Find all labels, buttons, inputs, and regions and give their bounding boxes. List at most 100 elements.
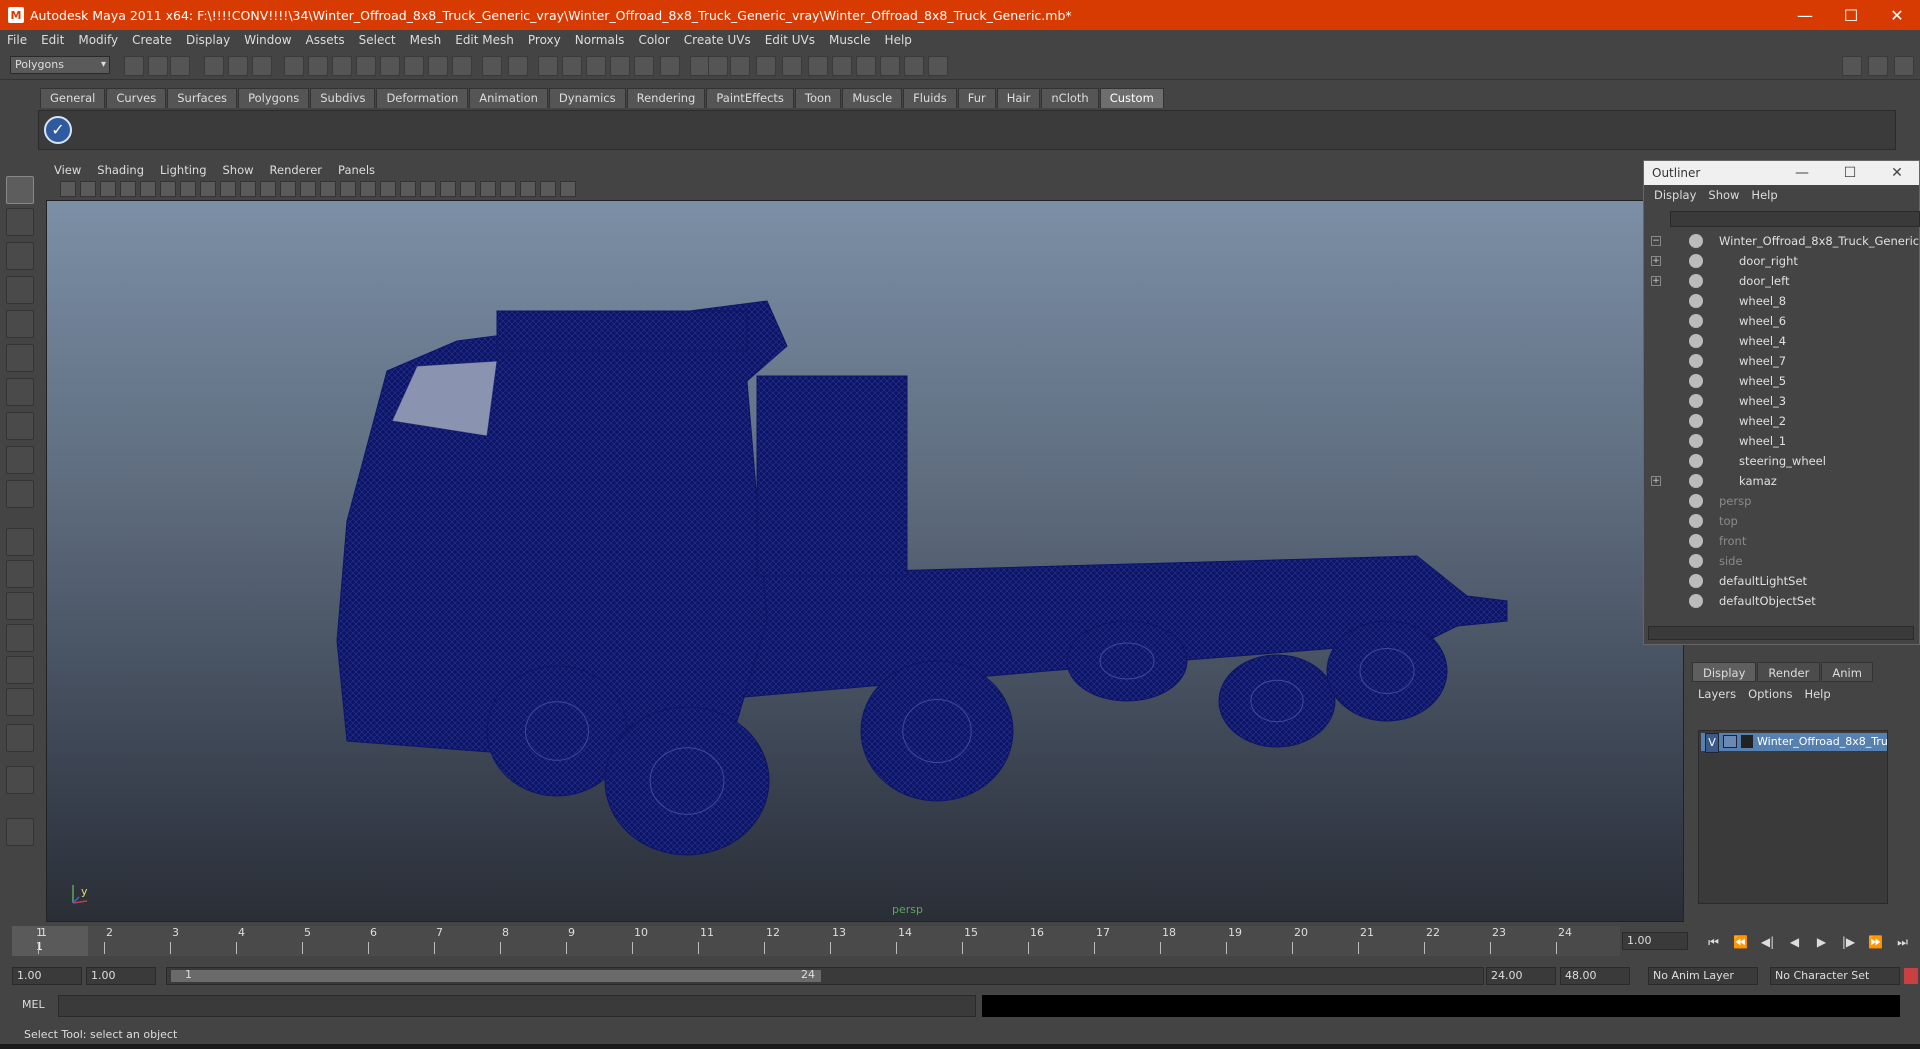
menu-edit-uvs[interactable]: Edit UVs: [758, 33, 822, 47]
outliner-item-persp[interactable]: persp: [1644, 491, 1914, 511]
menu-set-dropdown[interactable]: Polygons: [10, 56, 110, 74]
manipulator-icon[interactable]: [6, 378, 34, 406]
layer-tab-render[interactable]: Render: [1757, 662, 1821, 682]
viewport-toolbar-icon-10[interactable]: [240, 181, 256, 197]
select-tool-icon[interactable]: [6, 176, 34, 204]
viewport-toolbar-icon-19[interactable]: [420, 181, 436, 197]
truck-wireframe-model[interactable]: [47, 201, 1684, 922]
paint-select-icon[interactable]: [6, 242, 34, 270]
menu-create[interactable]: Create: [125, 33, 179, 47]
playback-button-5[interactable]: ▶: [1808, 932, 1835, 952]
status-tool-icon-32[interactable]: [904, 56, 924, 76]
outliner-minimize-button[interactable]: —: [1779, 161, 1825, 185]
viewport-toolbar-icon-15[interactable]: [340, 181, 356, 197]
outliner-expander[interactable]: +: [1651, 476, 1661, 486]
shelf-tab-rendering[interactable]: Rendering: [626, 88, 706, 108]
outliner-filter-field[interactable]: [1670, 211, 1920, 227]
layout-icon-2[interactable]: [6, 624, 34, 652]
outliner-item-kamaz[interactable]: + kamaz: [1644, 471, 1914, 491]
panel-toggle-icon-1[interactable]: [1842, 56, 1862, 76]
outliner-expander[interactable]: −: [1651, 236, 1661, 246]
viewport-toolbar-icon-6[interactable]: [160, 181, 176, 197]
outliner-item-winter-offroad-8x8-truck-generic[interactable]: − Winter_Offroad_8x8_Truck_Generic: [1644, 231, 1919, 251]
outliner-item-steering-wheel[interactable]: steering_wheel: [1644, 451, 1914, 471]
status-tool-icon-5[interactable]: [228, 56, 248, 76]
four-pane-icon[interactable]: [6, 560, 34, 588]
viewport-toolbar-icon-2[interactable]: [80, 181, 96, 197]
viewport-toolbar-icon-3[interactable]: [100, 181, 116, 197]
shelf-tab-custom[interactable]: Custom: [1099, 88, 1164, 108]
outliner-item-wheel-5[interactable]: wheel_5: [1644, 371, 1914, 391]
viewport-menu-renderer[interactable]: Renderer: [262, 163, 331, 177]
menu-color[interactable]: Color: [631, 33, 676, 47]
layout-icon-5[interactable]: [6, 724, 34, 752]
viewport-toolbar-icon-9[interactable]: [220, 181, 236, 197]
soft-mod-icon[interactable]: [6, 412, 34, 440]
current-time-field[interactable]: 1.00: [1622, 932, 1688, 950]
range-start-field[interactable]: 1.00: [12, 967, 82, 985]
outliner-item-wheel-7[interactable]: wheel_7: [1644, 351, 1914, 371]
shelf-tab-fur[interactable]: Fur: [957, 88, 996, 108]
shelf-tab-subdivs[interactable]: Subdivs: [310, 88, 376, 108]
shelf-tab-polygons[interactable]: Polygons: [238, 88, 310, 108]
status-tool-icon-27[interactable]: [782, 56, 802, 76]
viewport-toolbar-icon-16[interactable]: [360, 181, 376, 197]
shelf-tab-painteffects[interactable]: PaintEffects: [706, 88, 794, 108]
viewport-toolbar-icon-18[interactable]: [400, 181, 416, 197]
layer-menu-options[interactable]: Options: [1742, 684, 1798, 704]
menu-file[interactable]: File: [0, 33, 34, 47]
outliner-item-wheel-8[interactable]: wheel_8: [1644, 291, 1914, 311]
shelf-tab-surfaces[interactable]: Surfaces: [167, 88, 238, 108]
quick-layout-icon[interactable]: [6, 818, 34, 846]
status-tool-icon-13[interactable]: [428, 56, 448, 76]
viewport-toolbar-icon-22[interactable]: [480, 181, 496, 197]
viewport-toolbar-icon-13[interactable]: [300, 181, 316, 197]
viewport-toolbar-icon-24[interactable]: [520, 181, 536, 197]
status-tool-icon-17[interactable]: [538, 56, 558, 76]
menu-modify[interactable]: Modify: [71, 33, 125, 47]
perspective-viewport[interactable]: y persp: [46, 200, 1684, 922]
status-tool-icon-1[interactable]: [124, 56, 144, 76]
menu-select[interactable]: Select: [352, 33, 403, 47]
outliner-close-button[interactable]: ✕: [1874, 161, 1920, 185]
move-tool-icon[interactable]: [6, 276, 34, 304]
outliner-expander[interactable]: +: [1651, 276, 1661, 286]
status-tool-icon-6[interactable]: [252, 56, 272, 76]
status-tool-icon-3[interactable]: [170, 56, 190, 76]
outliner-maximize-button[interactable]: ☐: [1827, 161, 1873, 185]
viewport-toolbar-icon-7[interactable]: [180, 181, 196, 197]
menu-assets[interactable]: Assets: [299, 33, 352, 47]
shelf-tab-curves[interactable]: Curves: [106, 88, 167, 108]
outliner-item-top[interactable]: top: [1644, 511, 1914, 531]
outliner-item-door-right[interactable]: + door_right: [1644, 251, 1914, 271]
status-tool-icon-12[interactable]: [404, 56, 424, 76]
auto-key-icon[interactable]: [1904, 968, 1918, 984]
status-tool-icon-20[interactable]: [610, 56, 630, 76]
range-slider[interactable]: 1 24: [166, 967, 1484, 985]
current-frame-marker[interactable]: 1 1: [12, 926, 88, 956]
status-tool-icon-26[interactable]: [756, 56, 776, 76]
character-set-dropdown[interactable]: No Character Set: [1770, 967, 1900, 985]
status-tool-icon-19[interactable]: [586, 56, 606, 76]
shelf-tab-ncloth[interactable]: nCloth: [1041, 88, 1099, 108]
viewport-toolbar-icon-21[interactable]: [460, 181, 476, 197]
mel-input[interactable]: [58, 995, 976, 1017]
status-tool-icon-24[interactable]: [708, 56, 728, 76]
status-tool-icon-30[interactable]: [856, 56, 876, 76]
viewport-toolbar-icon-20[interactable]: [440, 181, 456, 197]
status-tool-icon-33[interactable]: [928, 56, 948, 76]
minimize-button[interactable]: —: [1782, 0, 1828, 30]
viewport-toolbar-icon-17[interactable]: [380, 181, 396, 197]
mel-label[interactable]: MEL: [22, 998, 45, 1011]
anim-layer-dropdown[interactable]: No Anim Layer: [1648, 967, 1758, 985]
shelf-tab-muscle[interactable]: Muscle: [842, 88, 903, 108]
outliner-item-defaultobjectset[interactable]: defaultObjectSet: [1644, 591, 1914, 611]
playback-button-7[interactable]: ⏩: [1862, 932, 1889, 952]
layer-tab-display[interactable]: Display: [1692, 662, 1757, 682]
status-tool-icon-7[interactable]: [284, 56, 304, 76]
status-tool-icon-14[interactable]: [452, 56, 472, 76]
shelf-tab-toon[interactable]: Toon: [794, 88, 842, 108]
outliner-item-wheel-6[interactable]: wheel_6: [1644, 311, 1914, 331]
layout-icon-6[interactable]: [6, 766, 34, 794]
status-tool-icon-15[interactable]: [482, 56, 502, 76]
